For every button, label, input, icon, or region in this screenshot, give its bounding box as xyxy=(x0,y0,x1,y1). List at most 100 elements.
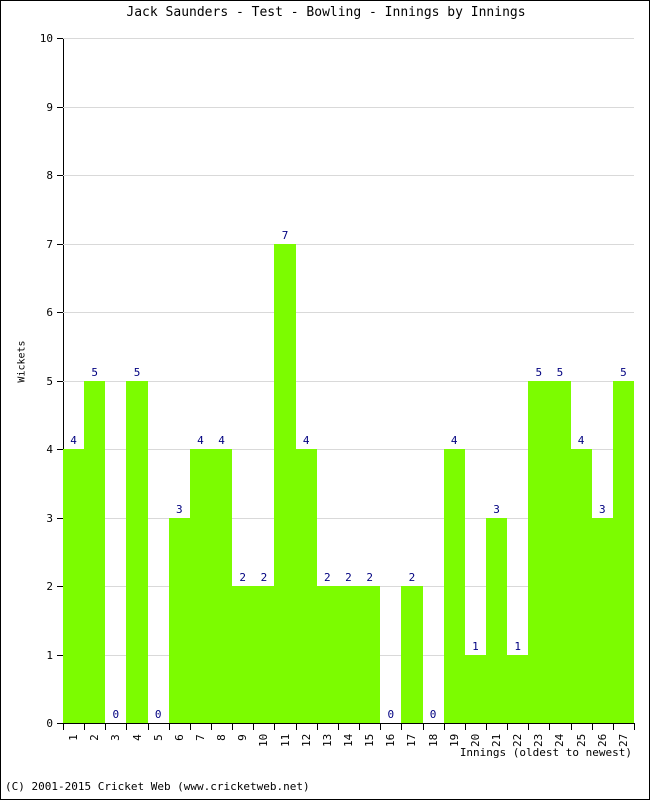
x-axis-tick-label: 18 xyxy=(426,733,440,747)
x-axis-tick xyxy=(401,724,403,730)
x-axis-tick-label: 16 xyxy=(384,733,398,747)
x-axis-tick-label: 9 xyxy=(236,734,250,741)
gridline xyxy=(63,175,634,176)
bar xyxy=(63,449,85,723)
bar xyxy=(295,449,317,723)
y-axis-tick xyxy=(57,243,63,245)
y-axis-tick-label: 3 xyxy=(46,511,53,525)
y-axis-tick-label: 6 xyxy=(46,306,53,319)
x-axis-tick xyxy=(507,724,509,730)
gridline xyxy=(63,38,634,39)
y-axis-tick-label: 5 xyxy=(46,374,53,388)
x-axis-tick-label: 1 xyxy=(67,734,81,741)
bar xyxy=(612,380,634,723)
x-axis-tick-label: 15 xyxy=(363,733,377,747)
bar-value-label: 5 xyxy=(133,365,141,379)
x-axis-tick xyxy=(168,724,170,730)
bar xyxy=(211,449,233,723)
x-axis-tick xyxy=(274,724,276,730)
x-axis-tick xyxy=(570,724,572,730)
y-axis-tick xyxy=(57,106,63,108)
x-axis-tick xyxy=(105,724,107,730)
x-axis-tick xyxy=(84,724,86,730)
x-axis-tick xyxy=(422,724,424,730)
chart-page: Jack Saunders - Test - Bowling - Innings… xyxy=(0,0,650,800)
x-axis-tick xyxy=(295,724,297,730)
bar-value-label: 2 xyxy=(366,571,373,584)
y-axis-tick xyxy=(57,654,63,656)
bar xyxy=(253,586,275,723)
x-axis-tick-label: 12 xyxy=(299,733,313,747)
bar xyxy=(168,517,190,723)
y-axis-tick xyxy=(57,38,63,39)
x-axis-tick xyxy=(612,724,614,730)
x-axis-tick-label: 8 xyxy=(215,734,229,741)
page-title: Jack Saunders - Test - Bowling - Innings… xyxy=(126,5,526,20)
x-axis-tick xyxy=(591,724,593,730)
bar xyxy=(464,654,486,723)
bar xyxy=(549,380,571,723)
bar xyxy=(528,380,550,723)
y-axis-tick-label: 10 xyxy=(39,32,53,45)
x-axis-tick xyxy=(464,724,466,730)
copyright-footer: (C) 2001-2015 Cricket Web (www.cricketwe… xyxy=(5,780,310,793)
bar-value-label: 5 xyxy=(556,365,564,379)
bar-value-label: 4 xyxy=(218,434,225,447)
bar xyxy=(337,586,360,723)
x-axis-tick xyxy=(232,724,234,730)
x-axis-tick-label: 14 xyxy=(342,733,355,747)
y-axis-tick xyxy=(57,449,63,450)
x-axis-tick-label: 10 xyxy=(257,733,271,747)
bar-value-label: 5 xyxy=(91,365,99,379)
bar xyxy=(443,449,465,723)
y-axis-tick xyxy=(57,586,63,587)
x-axis-tick xyxy=(380,724,382,730)
y-axis-tick-label: 1 xyxy=(46,648,53,662)
x-axis-tick-label: 4 xyxy=(130,734,144,741)
gridline xyxy=(63,312,634,313)
x-axis-tick xyxy=(63,724,64,730)
bar xyxy=(591,517,613,723)
bar-value-label: 4 xyxy=(577,434,585,447)
x-axis-tick-label: 19 xyxy=(447,733,461,747)
x-axis-tick xyxy=(359,724,361,730)
y-axis-tick-label: 9 xyxy=(46,100,53,114)
gridline xyxy=(63,106,634,108)
x-axis-tick xyxy=(634,724,635,730)
x-axis-tick xyxy=(316,724,318,730)
bar xyxy=(84,380,106,723)
y-axis-tick-label: 0 xyxy=(46,717,53,730)
x-axis-tick xyxy=(253,724,255,730)
bar-value-label: 2 xyxy=(408,571,416,584)
x-axis-tick xyxy=(528,724,530,730)
x-axis-tick-label: 11 xyxy=(278,733,292,747)
x-axis-tick xyxy=(211,724,213,730)
x-axis-tick-label: 3 xyxy=(109,734,123,741)
bar xyxy=(189,449,212,723)
bar-value-label: 4 xyxy=(302,434,310,447)
x-axis-title: Innings (oldest to newest) xyxy=(459,746,632,759)
bar xyxy=(401,586,423,723)
bar-value-label: 3 xyxy=(493,502,500,516)
bar xyxy=(274,243,296,723)
y-axis-tick xyxy=(57,175,63,176)
bar-value-label: 5 xyxy=(620,365,627,379)
x-axis-tick-label: 7 xyxy=(193,734,207,741)
x-axis-tick xyxy=(147,724,149,730)
x-axis-tick xyxy=(443,724,445,730)
y-axis-tick-label: 4 xyxy=(46,443,53,456)
bar xyxy=(232,586,254,723)
bar-value-label: 4 xyxy=(450,434,458,447)
y-axis-tick xyxy=(57,312,63,313)
x-axis-tick-label: 17 xyxy=(405,733,419,747)
x-axis-tick-label: 13 xyxy=(320,733,334,747)
y-axis-tick-label: 7 xyxy=(46,237,53,251)
bar xyxy=(485,517,508,723)
y-axis-tick xyxy=(57,517,63,519)
bar xyxy=(126,380,148,723)
bar xyxy=(507,654,529,723)
y-axis-tick-label: 8 xyxy=(46,169,53,182)
plot-area: 450503442274222020413155435 xyxy=(63,38,634,723)
gridline xyxy=(63,243,634,245)
x-axis-tick xyxy=(126,724,128,730)
